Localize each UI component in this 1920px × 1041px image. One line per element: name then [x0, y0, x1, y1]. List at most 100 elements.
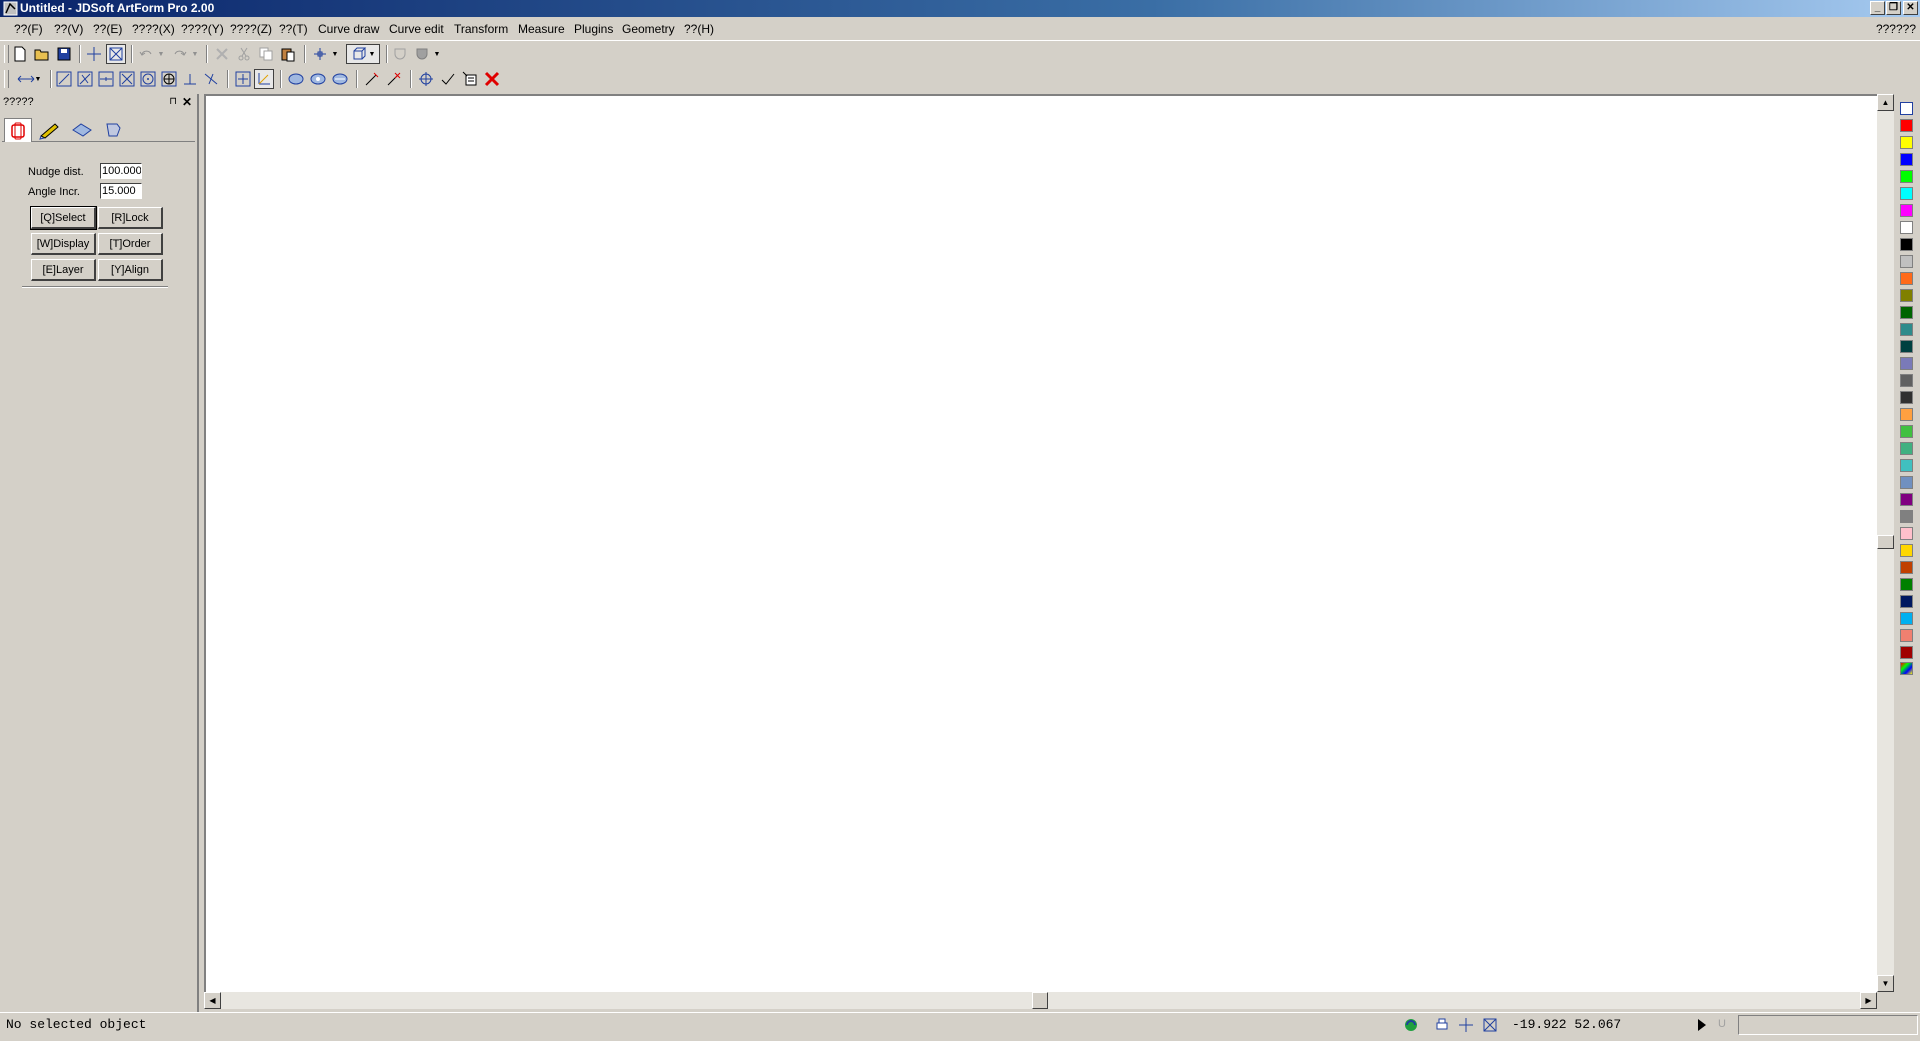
scroll-left-arrow[interactable]: ◀ [204, 992, 221, 1009]
color-swatch[interactable] [1900, 357, 1913, 370]
color-swatch[interactable] [1900, 374, 1913, 387]
play-icon[interactable] [1693, 1016, 1711, 1034]
menu-measure[interactable]: Measure [518, 22, 565, 36]
angle-input[interactable]: 15.000 [100, 183, 142, 199]
color-swatch[interactable] [1900, 306, 1913, 319]
color-swatch[interactable] [1900, 527, 1913, 540]
copy-button[interactable] [256, 44, 276, 64]
color-swatch[interactable] [1900, 187, 1913, 200]
new-button[interactable] [10, 44, 30, 64]
paste-button[interactable] [278, 44, 298, 64]
undo-button[interactable] [136, 44, 156, 64]
vertical-scroll-thumb[interactable] [1877, 535, 1894, 549]
color-swatch[interactable] [1900, 510, 1913, 523]
palette-settings-icon[interactable] [1900, 102, 1913, 115]
view-mode-dropdown[interactable]: ▼ [346, 44, 380, 64]
save-button[interactable] [54, 44, 74, 64]
surface-tool-1-button[interactable] [286, 69, 306, 89]
circle-tool-button[interactable] [138, 69, 158, 89]
color-swatch[interactable] [1900, 493, 1913, 506]
color-swatch[interactable] [1900, 136, 1913, 149]
tab-edit[interactable] [36, 118, 64, 142]
menu-help[interactable]: ??(H) [684, 22, 714, 36]
lock-button[interactable]: [R]Lock [98, 207, 163, 229]
bisector-tool-button[interactable] [75, 69, 95, 89]
color-swatch[interactable] [1900, 221, 1913, 234]
grid-snap-button[interactable] [233, 69, 253, 89]
color-swatch[interactable] [1900, 408, 1913, 421]
check-tool-button[interactable] [438, 69, 458, 89]
color-swatch[interactable] [1900, 204, 1913, 217]
color-swatch[interactable] [1900, 119, 1913, 132]
nudge-input[interactable]: 100.000 [100, 163, 142, 179]
menu-z[interactable]: ????(Z) [230, 22, 272, 36]
color-swatch[interactable] [1900, 289, 1913, 302]
color-swatch[interactable] [1900, 255, 1913, 268]
order-button[interactable]: [T]Order [98, 233, 163, 255]
color-swatch[interactable] [1900, 646, 1913, 659]
color-swatch[interactable] [1900, 476, 1913, 489]
menu-view[interactable]: ??(V) [54, 22, 83, 36]
open-button[interactable] [32, 44, 52, 64]
tab-tools[interactable] [100, 118, 128, 142]
surface-tool-2-button[interactable] [308, 69, 328, 89]
toolbar-grip[interactable] [4, 45, 9, 63]
menu-tools[interactable]: ??(T) [279, 22, 308, 36]
menu-transform[interactable]: Transform [454, 22, 508, 36]
list-tool-button[interactable] [460, 69, 480, 89]
snap-dropdown[interactable]: ▼ [330, 44, 340, 64]
pin-icon[interactable]: ⊓ [169, 94, 177, 110]
color-swatch[interactable] [1900, 425, 1913, 438]
node-edit-button[interactable] [362, 69, 382, 89]
redo-button[interactable] [170, 44, 190, 64]
panel-close-icon[interactable]: ✕ [182, 94, 192, 110]
scroll-down-arrow[interactable]: ▼ [1877, 975, 1894, 992]
horizontal-scrollbar[interactable]: ◀ ▶ [204, 992, 1877, 1009]
crosshair-button[interactable] [84, 44, 104, 64]
color-swatch[interactable] [1900, 595, 1913, 608]
transform-tool-button[interactable] [416, 69, 436, 89]
segment-tool-button[interactable] [96, 69, 116, 89]
perpendicular-tool-button[interactable] [180, 69, 200, 89]
fit-view-icon[interactable] [1481, 1016, 1499, 1034]
cancel-tool-button[interactable] [482, 69, 502, 89]
color-swatch[interactable] [1900, 153, 1913, 166]
menu-file[interactable]: ??(F) [14, 22, 43, 36]
undo-dropdown[interactable]: ▼ [156, 44, 166, 64]
drawing-canvas[interactable] [204, 94, 1877, 992]
printer-icon[interactable] [1433, 1016, 1451, 1034]
close-button[interactable]: ✕ [1903, 1, 1918, 15]
tab-surface[interactable] [68, 118, 96, 142]
crosshair-icon[interactable] [1457, 1016, 1475, 1034]
horizontal-scroll-thumb[interactable] [1032, 992, 1048, 1009]
color-swatch[interactable] [1900, 612, 1913, 625]
color-swatch[interactable] [1900, 459, 1913, 472]
menu-curve-draw[interactable]: Curve draw [318, 22, 379, 36]
color-swatch[interactable] [1900, 272, 1913, 285]
cut-button[interactable] [234, 44, 254, 64]
surface-tool-3-button[interactable] [330, 69, 350, 89]
axis-snap-button[interactable] [254, 69, 274, 89]
redo-dropdown[interactable]: ▼ [190, 44, 200, 64]
line-tool-button[interactable] [54, 69, 74, 89]
shade-button[interactable] [390, 44, 410, 64]
color-swatch[interactable] [1900, 391, 1913, 404]
color-swatch[interactable] [1900, 629, 1913, 642]
snap-button[interactable] [310, 44, 330, 64]
minimize-button[interactable]: _ [1870, 1, 1885, 15]
color-swatch[interactable] [1900, 323, 1913, 336]
direction-dropdown[interactable]: ▼ [12, 69, 46, 89]
fit-view-button[interactable] [106, 44, 126, 64]
vertical-scrollbar[interactable]: ▲ ▼ [1877, 94, 1894, 992]
delete-button[interactable] [212, 44, 232, 64]
color-swatch[interactable] [1900, 340, 1913, 353]
node-delete-button[interactable] [384, 69, 404, 89]
polygon-tool-button[interactable] [159, 69, 179, 89]
menu-edit[interactable]: ??(E) [93, 22, 122, 36]
refresh-icon[interactable] [1402, 1016, 1420, 1034]
menu-plugins[interactable]: Plugins [574, 22, 613, 36]
menu-curve-edit[interactable]: Curve edit [389, 22, 444, 36]
color-swatch[interactable] [1900, 238, 1913, 251]
menu-geometry[interactable]: Geometry [622, 22, 675, 36]
align-button[interactable]: [Y]Align [98, 259, 163, 281]
